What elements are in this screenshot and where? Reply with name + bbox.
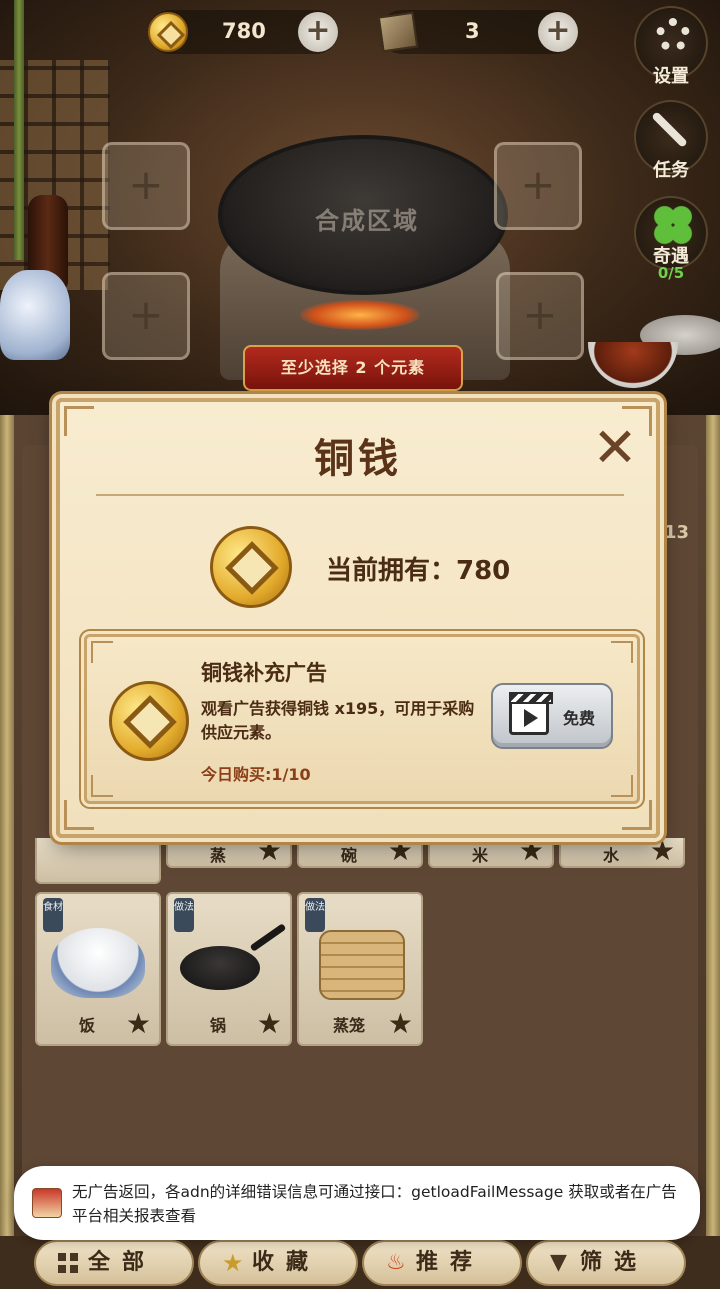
category-tag: 做法 <box>305 898 325 932</box>
watch-ad-free-button[interactable]: 免费 <box>491 683 613 749</box>
title-divider <box>96 494 624 496</box>
dialog-title: 铜钱 <box>314 436 402 482</box>
filter-icon: ▼ <box>550 1250 577 1275</box>
bamboo-frame-right <box>706 415 720 1245</box>
favorite-star-icon[interactable]: ★ <box>519 834 544 867</box>
tab-favorites[interactable]: ★ 收藏 <box>198 1240 358 1286</box>
bamboo-frame-left <box>0 415 14 1245</box>
bottom-tab-bar: 全部 ★ 收藏 ♨ 推荐 ▼ 筛选 <box>0 1236 720 1289</box>
ornament-corner <box>611 775 633 797</box>
ingredient-slot-2[interactable]: + <box>494 142 582 230</box>
ingredient-slot-1[interactable]: + <box>102 142 190 230</box>
adventure-button[interactable]: 奇遇 0/5 <box>634 196 708 282</box>
item-name: 锅 <box>209 1016 226 1035</box>
resource-bar: 780 + 3 + <box>148 10 578 54</box>
list-item[interactable]: 碗 ★ <box>297 834 423 868</box>
ad-offer-description: 观看广告获得铜钱 x195，可用于采购供应元素。 <box>201 699 475 742</box>
star-icon: ★ <box>222 1249 254 1277</box>
favorite-star-icon[interactable]: ★ <box>388 834 413 867</box>
error-toast: 无广告返回，各adn的详细错误信息可通过接口：getloadFailMessag… <box>14 1166 700 1240</box>
favorite-star-icon[interactable]: ★ <box>257 1007 282 1040</box>
chili-bowl <box>588 342 678 388</box>
steamer-image <box>319 930 405 1000</box>
rice-bowl-image <box>51 928 145 998</box>
gear-icon <box>656 18 690 52</box>
video-clapper-icon <box>509 692 553 735</box>
tab-all[interactable]: 全部 <box>34 1240 194 1286</box>
favorite-star-icon[interactable]: ★ <box>257 834 282 867</box>
bamboo-plant <box>14 0 24 260</box>
app-avatar-icon <box>32 1188 62 1218</box>
category-tag: 食材 <box>43 898 63 932</box>
item-name: 饭 <box>78 1016 95 1035</box>
coin-counter: 780 + <box>148 10 338 54</box>
item-card-steamer[interactable]: 做法 蒸笼 ★ <box>297 892 423 1046</box>
copper-coin-icon <box>210 526 292 608</box>
favorite-star-icon[interactable]: ★ <box>388 1007 413 1040</box>
tasks-button[interactable]: 任务 <box>634 100 708 181</box>
tab-recommended[interactable]: ♨ 推荐 <box>362 1240 522 1286</box>
flame-icon: ♨ <box>386 1250 416 1275</box>
list-item[interactable] <box>35 838 161 884</box>
recipe-book-counter: 3 + <box>377 10 578 54</box>
toast-message: 无广告返回，各adn的详细错误信息可通过接口：getloadFailMessag… <box>72 1183 677 1225</box>
add-coins-button[interactable]: + <box>298 12 338 52</box>
book-amount: 3 <box>465 19 480 43</box>
adventure-progress: 0/5 <box>657 264 685 282</box>
item-count: 13 <box>664 522 690 543</box>
grid-icon <box>58 1253 78 1273</box>
list-item[interactable]: 蒸 ★ <box>166 834 292 868</box>
select-hint-banner: 至少选择 2 个元素 <box>243 345 463 391</box>
copper-coin-icon <box>109 681 189 761</box>
recipe-book-icon <box>377 11 419 53</box>
item-card-rice[interactable]: 食材 饭 ★ <box>35 892 161 1046</box>
ingredient-slot-3[interactable]: + <box>102 272 190 360</box>
ornament-corner <box>91 775 113 797</box>
synthesis-area-label: 合成区域 <box>315 207 419 235</box>
ornament-corner <box>622 800 652 830</box>
coin-amount: 780 <box>222 19 266 43</box>
porcelain-jar <box>0 270 70 360</box>
tasks-label: 任务 <box>653 160 689 181</box>
close-button[interactable]: ✕ <box>590 421 640 475</box>
synthesis-wok[interactable]: 合成区域 <box>218 135 508 295</box>
favorite-star-icon[interactable]: ★ <box>650 834 675 867</box>
daily-purchase-count: 今日购买:1/10 <box>201 765 311 784</box>
settings-label: 设置 <box>653 66 689 87</box>
favorite-star-icon[interactable]: ★ <box>126 1007 151 1040</box>
item-name: 蒸笼 <box>332 1016 365 1035</box>
owned-coins-label: 当前拥有：780 <box>326 556 511 586</box>
clover-icon <box>652 204 694 246</box>
item-card-wok[interactable]: 做法 锅 ★ <box>166 892 292 1046</box>
ornament-corner <box>611 641 633 663</box>
ad-offer-title: 铜钱补充广告 <box>201 661 327 685</box>
free-label: 免费 <box>563 709 596 728</box>
wok-handle <box>249 923 287 952</box>
coin-dialog: 铜钱 ✕ 当前拥有：780 铜钱补充广告 观看广告获得铜钱 x195，可用于采购… <box>56 398 660 838</box>
wok-image <box>180 946 260 990</box>
ingredient-slot-4[interactable]: + <box>496 272 584 360</box>
stove-fire <box>300 300 420 330</box>
list-item[interactable]: 米 ★ <box>428 834 554 868</box>
copper-coin-icon <box>148 12 188 52</box>
tab-filter[interactable]: ▼ 筛选 <box>526 1240 686 1286</box>
add-books-button[interactable]: + <box>538 12 578 52</box>
category-tag: 做法 <box>174 898 194 932</box>
ornament-corner <box>91 641 113 663</box>
ornament-corner <box>64 800 94 830</box>
settings-button[interactable]: 设置 <box>634 6 708 87</box>
list-item[interactable]: 水 ★ <box>559 834 685 868</box>
ad-offer-panel: 铜钱补充广告 观看广告获得铜钱 x195，可用于采购供应元素。 今日购买:1/1… <box>84 634 640 804</box>
brush-icon <box>651 111 688 148</box>
